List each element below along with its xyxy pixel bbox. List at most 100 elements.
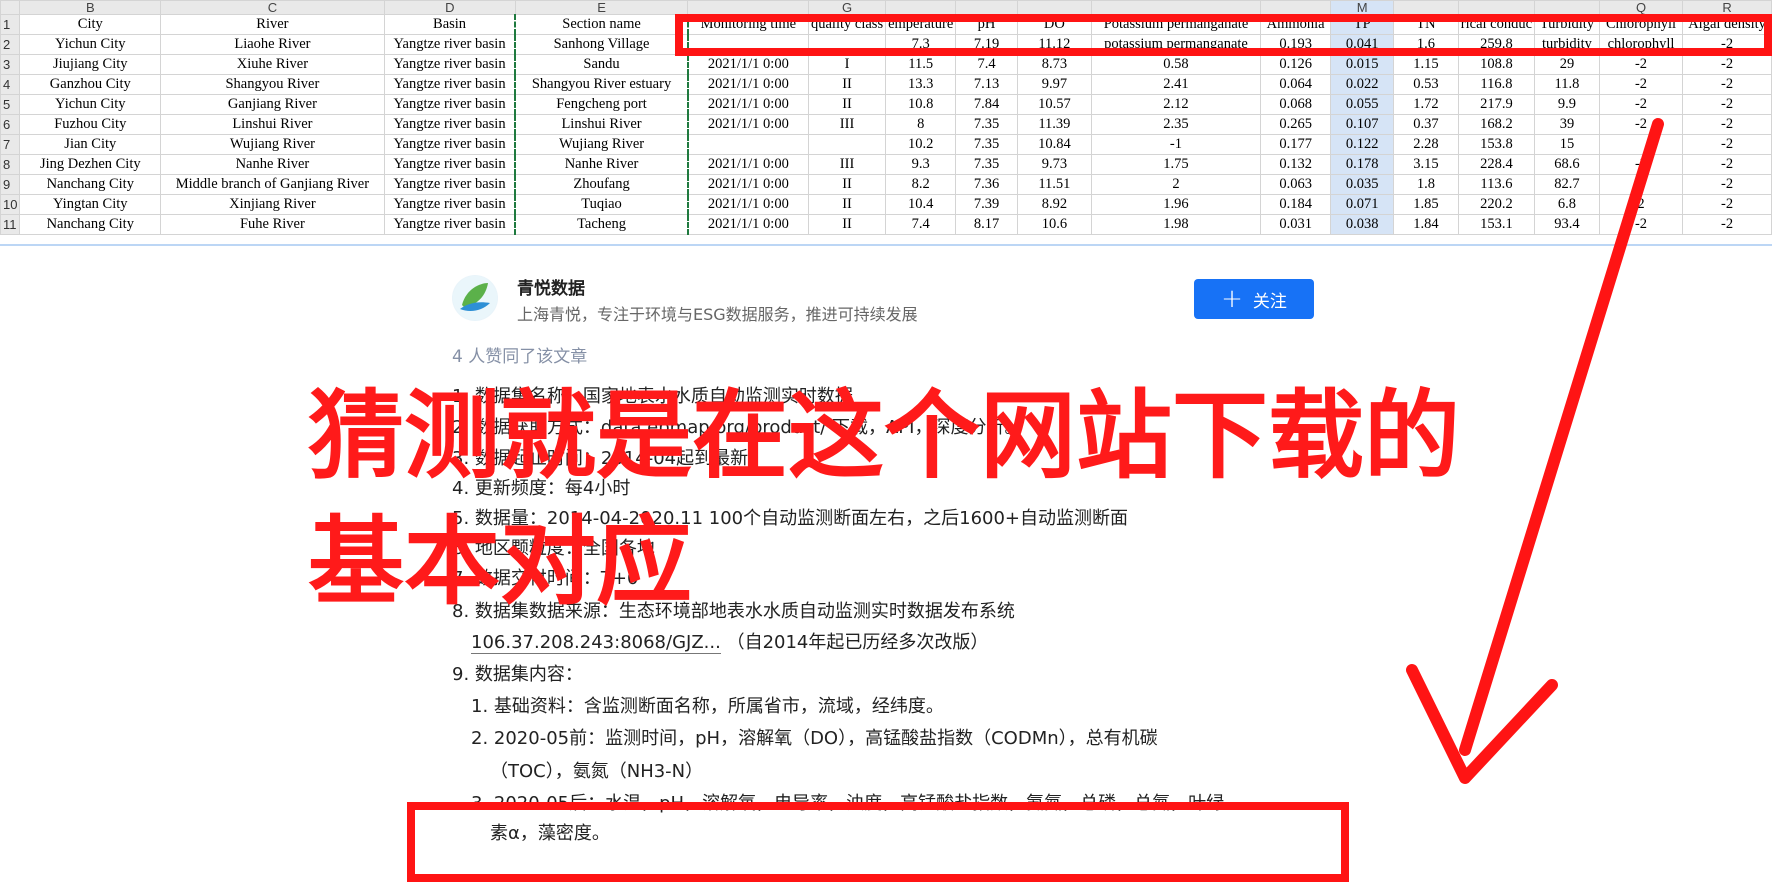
table-cell[interactable]: 0.122 — [1330, 134, 1395, 155]
column-letter[interactable] — [955, 0, 1018, 15]
table-cell[interactable]: 8 — [885, 114, 957, 135]
table-cell[interactable]: 0.038 — [1330, 214, 1395, 235]
column-letter[interactable] — [687, 0, 809, 15]
table-cell[interactable]: Middle branch of Ganjiang River — [160, 174, 385, 195]
table-cell[interactable]: 7.36 — [955, 174, 1018, 195]
table-cell[interactable]: 0.53 — [1393, 74, 1459, 95]
table-cell[interactable]: 0.035 — [1330, 174, 1395, 195]
table-cell[interactable]: -1 — [1091, 134, 1261, 155]
table-cell[interactable]: 0.022 — [1330, 74, 1395, 95]
table-cell[interactable]: 0.031 — [1259, 214, 1332, 235]
row-number[interactable]: 3 — [0, 54, 21, 75]
table-cell[interactable]: Nanhe River — [514, 154, 689, 175]
column-letter[interactable] — [885, 0, 957, 15]
column-letter[interactable]: B — [19, 0, 162, 15]
table-cell[interactable]: Shangyou River — [160, 74, 385, 95]
table-cell[interactable]: Wujiang River — [514, 134, 689, 155]
table-cell[interactable]: 10.6 — [1016, 214, 1093, 235]
table-cell[interactable]: III — [807, 154, 887, 175]
table-cell[interactable]: Yangtze river basin — [383, 34, 516, 55]
row-number[interactable]: 1 — [0, 14, 21, 35]
row-number[interactable]: 8 — [0, 154, 21, 175]
table-cell[interactable]: Nanchang City — [19, 214, 162, 235]
table-cell[interactable]: 0.177 — [1259, 134, 1332, 155]
row-number[interactable]: 5 — [0, 94, 21, 115]
table-cell[interactable]: 8.2 — [885, 174, 957, 195]
table-cell[interactable]: 0.184 — [1259, 194, 1332, 215]
column-letter[interactable]: G — [807, 0, 887, 15]
table-cell[interactable]: Ganjiang River — [160, 94, 385, 115]
column-letter[interactable] — [1259, 0, 1332, 15]
table-cell[interactable]: Yangtze river basin — [383, 154, 516, 175]
table-cell[interactable]: I — [807, 54, 887, 75]
row-number[interactable]: 9 — [0, 174, 21, 195]
table-cell[interactable]: 0.068 — [1259, 94, 1332, 115]
table-cell[interactable]: 0.178 — [1330, 154, 1395, 175]
table-cell[interactable]: 8.73 — [1016, 54, 1093, 75]
table-cell[interactable]: Yangtze river basin — [383, 94, 516, 115]
table-cell[interactable] — [807, 134, 887, 155]
table-cell[interactable]: Zhoufang — [514, 174, 689, 195]
table-cell[interactable]: 7.13 — [955, 74, 1018, 95]
row-number[interactable]: 6 — [0, 114, 21, 135]
header-cell[interactable]: River — [160, 14, 385, 35]
table-cell[interactable]: 11.39 — [1016, 114, 1093, 135]
table-cell[interactable]: III — [807, 114, 887, 135]
table-cell[interactable]: Nanhe River — [160, 154, 385, 175]
table-cell[interactable]: Linshui River — [160, 114, 385, 135]
table-cell[interactable]: 1.15 — [1393, 54, 1459, 75]
row-number[interactable]: 11 — [0, 214, 21, 235]
table-cell[interactable]: 2 — [1091, 174, 1261, 195]
table-cell[interactable] — [687, 134, 809, 155]
table-cell[interactable]: 2021/1/1 0:00 — [687, 74, 809, 95]
table-cell[interactable]: 0.132 — [1259, 154, 1332, 175]
table-cell[interactable]: 8.17 — [955, 214, 1018, 235]
table-cell[interactable]: Tacheng — [514, 214, 689, 235]
table-cell[interactable]: -2 — [1682, 74, 1772, 95]
table-cell[interactable]: 7.39 — [955, 194, 1018, 215]
table-cell[interactable]: Jiujiang City — [19, 54, 162, 75]
table-cell[interactable]: 7.84 — [955, 94, 1018, 115]
header-cell[interactable]: Section name — [514, 14, 689, 35]
table-cell[interactable]: 2021/1/1 0:00 — [687, 214, 809, 235]
table-cell[interactable]: Yangtze river basin — [383, 54, 516, 75]
table-cell[interactable]: Yangtze river basin — [383, 74, 516, 95]
table-cell[interactable]: Tuqiao — [514, 194, 689, 215]
column-letter[interactable]: Q — [1598, 0, 1684, 15]
table-cell[interactable]: 7.35 — [955, 154, 1018, 175]
table-cell[interactable]: 7.4 — [955, 54, 1018, 75]
table-cell[interactable]: II — [807, 94, 887, 115]
table-cell[interactable]: II — [807, 74, 887, 95]
table-cell[interactable]: 10.57 — [1016, 94, 1093, 115]
table-cell[interactable]: 1.96 — [1091, 194, 1261, 215]
table-cell[interactable]: 0.126 — [1259, 54, 1332, 75]
table-cell[interactable]: 2.35 — [1091, 114, 1261, 135]
column-letter[interactable] — [1016, 0, 1093, 15]
table-cell[interactable]: 9.73 — [1016, 154, 1093, 175]
table-cell[interactable]: 2021/1/1 0:00 — [687, 114, 809, 135]
table-cell[interactable]: 10.8 — [885, 94, 957, 115]
table-cell[interactable]: 10.84 — [1016, 134, 1093, 155]
table-cell[interactable]: Fuhe River — [160, 214, 385, 235]
follow-button[interactable]: + 关注 — [1194, 279, 1314, 319]
table-cell[interactable]: 2021/1/1 0:00 — [687, 54, 809, 75]
table-cell[interactable]: Xinjiang River — [160, 194, 385, 215]
table-cell[interactable]: 2021/1/1 0:00 — [687, 94, 809, 115]
table-cell[interactable]: 11.5 — [885, 54, 957, 75]
table-cell[interactable]: 108.8 — [1457, 54, 1536, 75]
table-cell[interactable]: Ganzhou City — [19, 74, 162, 95]
column-letter[interactable] — [1534, 0, 1600, 15]
table-cell[interactable]: 11.51 — [1016, 174, 1093, 195]
table-cell[interactable]: 11.8 — [1534, 74, 1600, 95]
table-cell[interactable]: Liaohe River — [160, 34, 385, 55]
header-cell[interactable]: City — [19, 14, 162, 35]
table-cell[interactable]: 2021/1/1 0:00 — [687, 194, 809, 215]
table-cell[interactable]: 2.12 — [1091, 94, 1261, 115]
table-cell[interactable]: 0.015 — [1330, 54, 1395, 75]
table-cell[interactable]: 0.107 — [1330, 114, 1395, 135]
table-cell[interactable]: 9.3 — [885, 154, 957, 175]
table-cell[interactable]: Sanhong Village — [514, 34, 689, 55]
table-cell[interactable]: Yingtan City — [19, 194, 162, 215]
table-cell[interactable]: Yichun City — [19, 94, 162, 115]
table-cell[interactable]: 7.4 — [885, 214, 957, 235]
